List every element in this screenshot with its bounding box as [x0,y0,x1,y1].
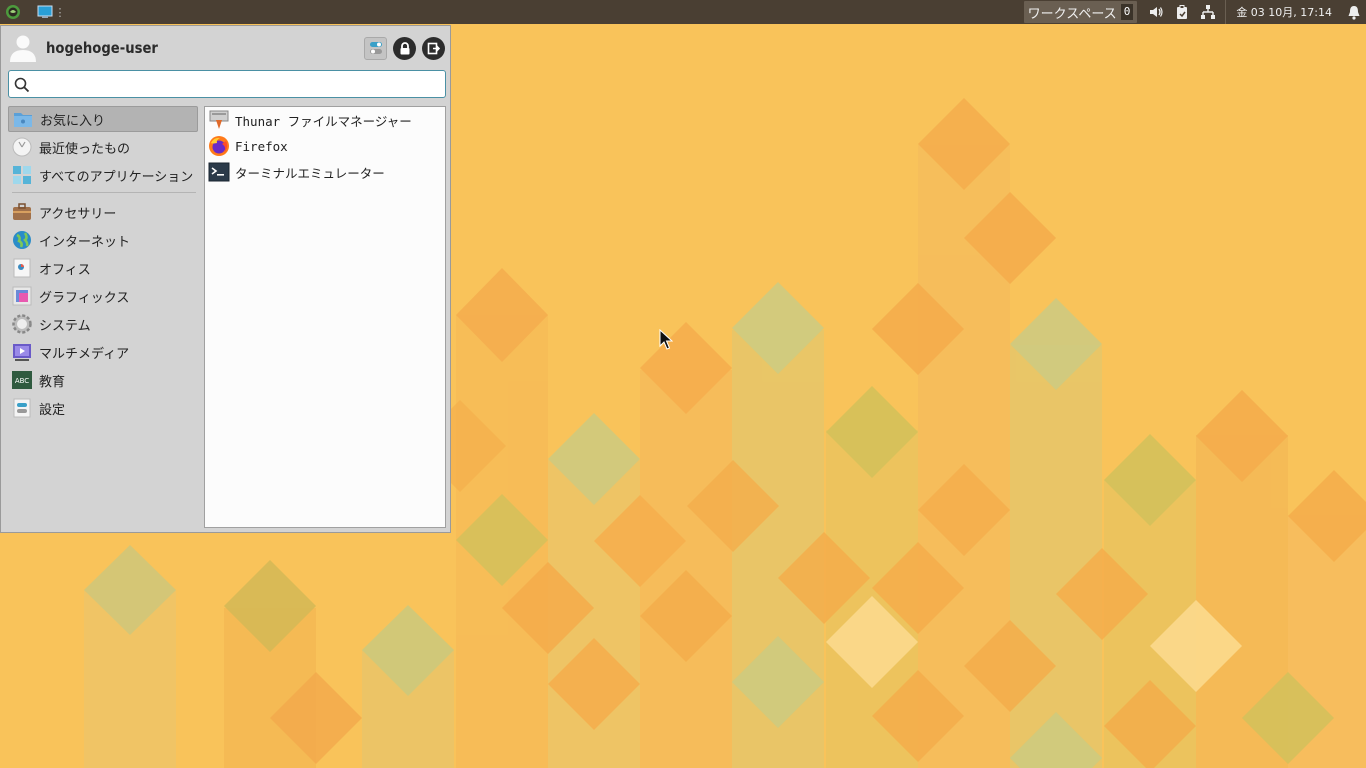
category-label: オフィス [39,262,91,278]
firefox-icon [207,134,231,158]
application-list: Thunar ファイルマネージャー Firefox ターミナルエミュレーター [204,106,446,528]
logout-button[interactable] [422,36,445,60]
category-graphics[interactable]: グラフィックス [8,283,198,309]
category-separator [12,192,196,193]
network-icon [1201,5,1216,19]
category-label: アクセサリー [39,206,117,222]
category-label: システム [39,318,91,334]
thunar-icon [207,108,231,132]
toggle-settings-icon [369,42,382,54]
clipboard-button[interactable] [1169,0,1195,24]
workspace-switcher[interactable]: ワークスペース 0 [1023,1,1138,23]
workspace-number: 0 [1120,4,1134,20]
all-apps-icon [11,164,33,186]
clipboard-icon [1177,5,1188,19]
show-desktop-button[interactable] [34,0,56,24]
app-label: Firefox [235,138,288,154]
category-recent[interactable]: 最近使ったもの [8,134,198,160]
education-icon: ABC [11,369,33,391]
category-label: 教育 [39,374,66,390]
category-multimedia[interactable]: マルチメディア [8,339,198,365]
app-firefox[interactable]: Firefox [205,133,445,159]
category-accessories[interactable]: アクセサリー [8,199,198,225]
logout-icon [427,42,440,54]
category-label: 設定 [39,402,66,418]
category-education[interactable]: ABC 教育 [8,367,198,393]
category-label: インターネット [39,234,131,250]
category-office[interactable]: オフィス [8,255,198,281]
category-all-applications[interactable]: すべてのアプリケーション [8,162,198,188]
category-label: マルチメディア [39,346,130,362]
volume-icon [1150,7,1163,17]
user-avatar-icon [10,35,36,62]
recent-icon [11,136,33,158]
category-label: グラフィックス [39,290,130,306]
category-label: すべてのアプリケーション [39,169,194,185]
category-favorites[interactable]: お気に入り [8,106,198,132]
terminal-icon [207,160,231,184]
office-icon [11,257,33,279]
svg-text:ABC: ABC [15,377,29,385]
category-list: お気に入り 最近使ったもの すべてのアプリケーション アクセサリー インターネッ… [8,106,198,423]
panel-handle-icon[interactable]: ⋮ [55,0,66,24]
category-settings[interactable]: 設定 [8,395,198,421]
category-label: お気に入り [40,113,106,129]
mouse-cursor-icon [659,329,673,350]
clock[interactable]: 金 03 10月, 17:14 [1225,0,1342,24]
search-box[interactable] [8,70,446,98]
user-name: hogehoge-user [46,39,158,57]
settings-manager-button[interactable] [364,36,387,60]
accessories-icon [11,201,33,223]
lock-screen-button[interactable] [393,36,416,60]
app-label: ターミナルエミュレーター [235,165,385,181]
menu-header: hogehoge-user [8,32,448,64]
category-system[interactable]: システム [8,311,198,337]
search-input[interactable] [35,73,439,97]
category-label: 最近使ったもの [39,141,131,157]
top-panel: ⋮ ワークスペース 0 金 03 10月, 17:14 [0,0,1366,24]
multimedia-icon [11,341,33,363]
app-thunar[interactable]: Thunar ファイルマネージャー [205,107,445,133]
graphics-icon [11,285,33,307]
search-icon [14,77,30,93]
favorites-icon [12,108,34,130]
app-label: Thunar ファイルマネージャー [235,113,412,129]
xfce-logo-icon [6,5,20,19]
internet-icon [11,229,33,251]
application-menu: hogehoge-user お気に入り 最近使ったもの すべてのアプリケーション… [0,25,451,533]
desktop-icon [37,5,53,18]
network-button[interactable] [1195,0,1221,24]
app-terminal[interactable]: ターミナルエミュレーター [205,159,445,185]
system-icon [11,313,33,335]
whisker-menu-button[interactable] [0,0,26,24]
notifications-button[interactable] [1342,0,1366,24]
settings-icon [11,397,33,419]
workspace-label: ワークスペース [1027,6,1117,22]
bell-icon [1348,5,1360,20]
lock-icon [400,41,409,54]
category-internet[interactable]: インターネット [8,227,198,253]
volume-button[interactable] [1143,0,1169,24]
